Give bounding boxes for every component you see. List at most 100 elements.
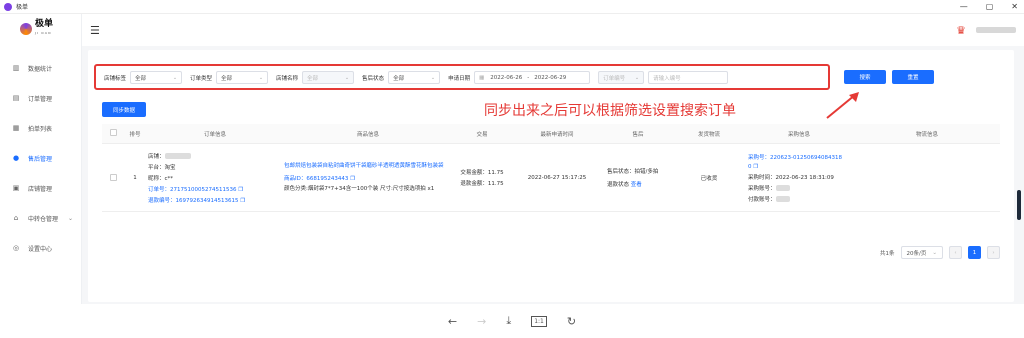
column-header: 发货物流 (697, 131, 720, 138)
total-count: 共1条 (880, 250, 895, 257)
minimize-icon[interactable]: — (960, 2, 968, 11)
sidebar-item-purchase-list[interactable]: ▦ 拍单列表 (0, 113, 81, 143)
page-size-select[interactable]: 20条/页 ⌄ (900, 246, 943, 259)
purchase-info-cell: 采购号：220623-01250694084318 0 ❐ 采购时间：2022-… (744, 144, 854, 211)
order-type-select[interactable]: 全部 ⌄ (216, 71, 269, 84)
settings-icon: ◎ (12, 244, 20, 252)
product-id-link[interactable]: 商品ID：668195243443 ❐ (284, 174, 355, 182)
pagination: 共1条 20条/页 ⌄ ‹ 1 › (880, 246, 1000, 259)
chevron-down-icon: ⌄ (67, 214, 73, 222)
close-icon[interactable]: ✕ (1011, 2, 1018, 11)
brand-name: 极单 JI DAN (35, 20, 53, 38)
order-number-type-select[interactable]: 订单编号 ⌄ (598, 71, 645, 84)
shop-tag-select[interactable]: 全部 ⌄ (130, 71, 183, 84)
sidebar-item-label: 拍单列表 (28, 125, 53, 133)
sidebar-item-orders[interactable]: ▤ 订单管理 (0, 83, 81, 113)
copy-icon[interactable]: ❐ (753, 164, 758, 170)
prev-page-button[interactable]: ‹ (949, 246, 962, 259)
after-sale-status-label: 售后状态 (362, 75, 385, 82)
purchase-number-link[interactable]: 采购号：220623-01250694084318 (748, 153, 842, 161)
actual-size-icon[interactable]: 1:1 (531, 315, 547, 327)
reset-button[interactable]: 重置 (892, 70, 934, 84)
sidebar-item-warehouse[interactable]: ⌂ 中转仓管理 ⌄ (0, 203, 81, 233)
table-header: 排号 订单信息 商品信息 交易 最新申请时间 售后 发货物流 采购信息 物流信息 (102, 124, 1000, 144)
shop-name-redacted (164, 153, 191, 159)
date-end: 2022-06-29 (534, 74, 567, 81)
product-info-cell: 包邮烘焙包装袋自粘封曲奇饼干袋磨砂半透明透黄酥雪花酥包装袋 商品ID：66819… (284, 144, 452, 211)
copy-icon[interactable]: ❐ (350, 176, 355, 182)
shipping-status: 已收货 (700, 175, 718, 182)
column-header: 商品信息 (356, 131, 379, 138)
next-page-button[interactable]: › (987, 246, 1000, 259)
refund-status: 退款状态 查看 (607, 181, 642, 188)
search-button[interactable]: 搜索 (844, 70, 886, 84)
copy-icon[interactable]: ❐ (238, 187, 243, 193)
brand: 极单 JI DAN (20, 20, 81, 38)
row-index: 1 (133, 174, 137, 181)
window-controls: — ▢ ✕ (960, 2, 1018, 11)
username-redacted[interactable] (976, 27, 1016, 33)
refund-view-link[interactable]: 查看 (631, 182, 642, 188)
chevron-down-icon: ⌄ (258, 74, 264, 81)
payment-account-redacted (775, 196, 790, 202)
refund-number-link[interactable]: 退款编号：169792634914513615 ❐ (148, 196, 245, 204)
after-sale-status-select[interactable]: 全部 ⌄ (388, 71, 441, 84)
order-number-input[interactable]: 请输入编号 (648, 71, 729, 84)
sync-data-button[interactable]: 同步数据 (102, 102, 146, 117)
order-number-type-value: 订单编号 (603, 75, 626, 82)
shop-tag-value: 全部 (135, 75, 147, 82)
order-number-placeholder: 请输入编号 (653, 75, 681, 82)
app-logo-icon (4, 2, 12, 11)
apply-time: 2022-06-27 15:17:25 (527, 174, 587, 181)
sidebar-item-after-sales[interactable]: ● 售后管理 (0, 143, 81, 173)
shop-tag-label: 店铺标签 (104, 75, 127, 82)
shop-name-label: 店铺名称 (276, 75, 299, 82)
after-sales-table: 排号 订单信息 商品信息 交易 最新申请时间 售后 发货物流 采购信息 物流信息… (102, 124, 1000, 212)
product-title-link[interactable]: 包邮烘焙包装袋自粘封曲奇饼干袋磨砂半透明透黄酥雪花酥包装袋 (284, 162, 444, 171)
purchase-number-suffix[interactable]: 0 ❐ (748, 164, 758, 170)
calendar-icon: ▦ (479, 74, 485, 81)
list-icon: ▤ (12, 94, 20, 102)
shop-name-select[interactable]: 全部 ⌄ (302, 71, 355, 84)
copy-icon[interactable]: ❐ (240, 198, 245, 204)
sidebar-nav: ▥ 数据统计 ▤ 订单管理 ▦ 拍单列表 ● 售后管理 ▣ 店铺管理 ⌂ 中转仓… (0, 53, 81, 263)
download-icon[interactable]: ⤓ (506, 314, 511, 328)
purchase-account-redacted (775, 185, 790, 191)
maximize-icon[interactable]: ▢ (986, 2, 994, 11)
back-arrow-icon[interactable]: ← (448, 315, 457, 328)
apply-date-label: 申请日期 (448, 75, 471, 82)
warehouse-icon: ⌂ (13, 214, 19, 222)
clipboard-icon: ▦ (12, 124, 20, 132)
logistics-info-cell (854, 144, 1000, 211)
payment-account: 付款账号： (748, 195, 790, 203)
scrollbar[interactable] (1017, 190, 1021, 220)
sidebar-item-label: 中转仓管理 (28, 215, 59, 223)
menu-toggle-icon[interactable]: ☰ (90, 24, 100, 37)
purchase-account: 采购账号： (748, 184, 790, 192)
topbar: ☰ ♛ (82, 14, 1024, 46)
trade-cell: 交易金额：11.75 退款金额：11.75 (452, 144, 512, 211)
apply-date-range[interactable]: ▦ 2022-06-26 - 2022-06-29 (474, 71, 591, 84)
filter-bar: 店铺标签 全部 ⌄ 订单类型 全部 ⌄ 店铺名称 全部 ⌄ 售后状态 全部 ⌄ 申请日期 (94, 64, 830, 90)
bar-chart-icon: ▥ (12, 64, 20, 72)
after-sale-cell: 售后状态：拍错/多拍 退款状态 查看 (602, 144, 674, 211)
order-info-cell: 店铺： 平台：淘宝 昵称：c** 订单号：2717510005274511536… (146, 144, 284, 211)
sidebar-item-shops[interactable]: ▣ 店铺管理 (0, 173, 81, 203)
rotate-icon[interactable]: ↻ (567, 315, 576, 328)
brand-logo-icon (20, 23, 32, 35)
select-all-checkbox[interactable] (109, 129, 117, 136)
sidebar-item-statistics[interactable]: ▥ 数据统计 (0, 53, 81, 83)
order-number-link[interactable]: 订单号：2717510005274511536 ❐ (148, 185, 243, 193)
column-header: 订单信息 (203, 131, 226, 138)
sidebar-item-label: 设置中心 (28, 245, 53, 253)
window-titlebar: 极单 — ▢ ✕ (0, 0, 1024, 14)
forward-arrow-icon[interactable]: → (477, 315, 486, 328)
chevron-down-icon: ⌄ (172, 74, 178, 81)
row-checkbox[interactable] (109, 174, 117, 181)
sidebar-item-settings[interactable]: ◎ 设置中心 (0, 233, 81, 263)
column-header: 最新申请时间 (540, 131, 574, 138)
platform: 平台：淘宝 (148, 164, 176, 171)
after-sales-panel: 店铺标签 全部 ⌄ 订单类型 全部 ⌄ 店铺名称 全部 ⌄ 售后状态 全部 ⌄ 申请日期 (88, 50, 1014, 302)
date-separator: - (527, 74, 530, 81)
current-page-button[interactable]: 1 (968, 246, 981, 259)
